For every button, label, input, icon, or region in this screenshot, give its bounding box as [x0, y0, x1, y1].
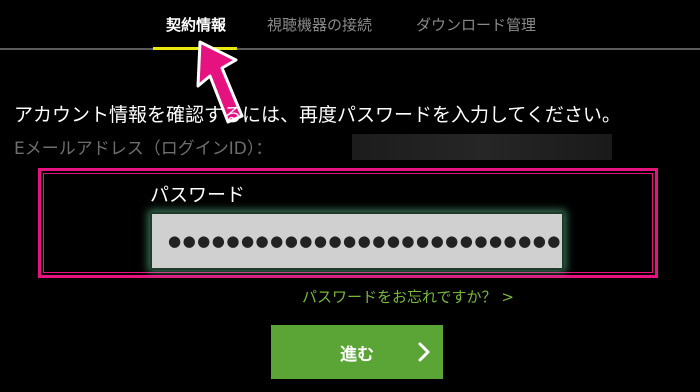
tab-divider — [0, 48, 700, 50]
tab-download-management[interactable]: ダウンロード管理 — [416, 14, 536, 35]
proceed-button-label: 進む — [340, 344, 374, 364]
forgot-password-link[interactable]: パスワードをお忘れですか？ > — [302, 286, 514, 307]
tab-bar: 契約情報 視聴機器の接続 ダウンロード管理 — [0, 0, 700, 50]
password-masked-value: ●●●●●●●●●●●●●●●●●●●●●●●●●●● — [168, 232, 562, 250]
chevron-right-icon — [418, 342, 430, 362]
proceed-button[interactable]: 進む — [271, 325, 443, 379]
password-label: パスワード — [150, 184, 246, 206]
email-label: Eメールアドレス（ログインID）： — [14, 139, 273, 159]
tab-device-connection[interactable]: 視聴機器の接続 — [267, 14, 372, 35]
instruction-text: アカウント情報を確認するには、再度パスワードを入力してください。 — [14, 104, 621, 126]
tab-contract-info[interactable]: 契約情報 — [166, 14, 226, 35]
email-redacted-value — [352, 134, 612, 160]
password-input[interactable]: ●●●●●●●●●●●●●●●●●●●●●●●●●●● — [150, 212, 564, 270]
